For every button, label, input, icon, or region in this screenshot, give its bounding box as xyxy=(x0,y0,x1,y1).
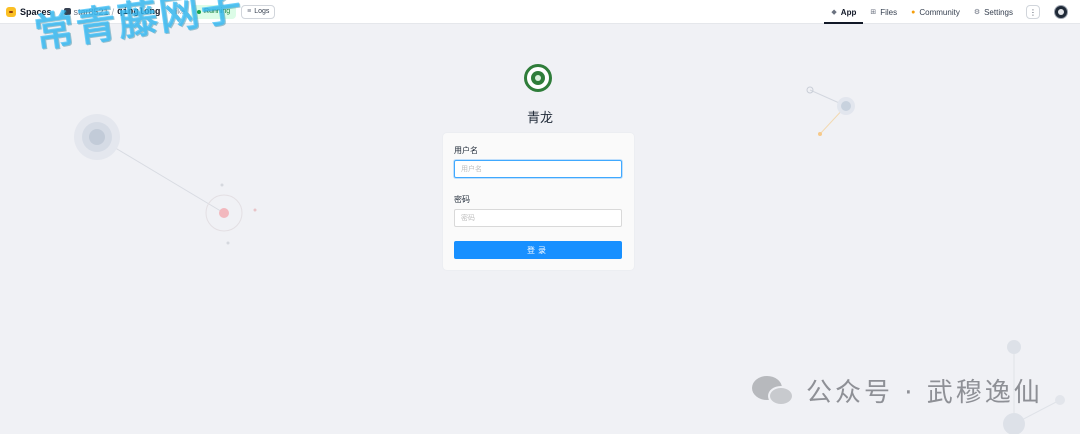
brand-label: Spaces xyxy=(20,6,52,17)
login-button[interactable]: 登录 xyxy=(454,241,622,259)
spaces-brand[interactable]: Spaces xyxy=(6,6,52,17)
status-label: Running xyxy=(204,8,231,15)
repo-link[interactable]: qinglong xyxy=(117,7,160,17)
community-icon: ● xyxy=(911,8,916,16)
space-tabs: ◆ App ⊞ Files ● Community ⚙ Settings ⋮ xyxy=(824,0,1080,24)
status-badge: Running xyxy=(191,4,237,19)
tab-community[interactable]: ● Community xyxy=(904,0,967,24)
tab-app[interactable]: ◆ App xyxy=(824,0,864,24)
huggingface-logo-icon xyxy=(6,6,16,17)
owner-link[interactable]: star8521 xyxy=(74,7,109,17)
app-title: 青龙 xyxy=(526,110,553,125)
password-label: 密码 xyxy=(454,195,470,204)
login-form: 用户名 用户名 密码 密码 登录 xyxy=(443,133,634,270)
owner-avatar-icon xyxy=(63,8,71,15)
wechat-watermark: 公众号 · 武穆逸仙 xyxy=(752,372,1043,409)
more-options-button[interactable]: ⋮ xyxy=(1026,5,1040,19)
logs-icon: ≡ xyxy=(247,8,252,15)
tab-community-label: Community xyxy=(919,7,960,17)
app-icon: ◆ xyxy=(831,9,837,16)
gear-icon: ⚙ xyxy=(973,9,981,16)
like-button[interactable]: ♡ like xyxy=(166,8,185,16)
breadcrumb-separator: / xyxy=(111,6,115,17)
username-label: 用户名 xyxy=(454,146,478,155)
top-navigation-bar: Spaces star8521 / qinglong ♡ like Runnin… xyxy=(0,0,1080,24)
files-icon: ⊞ xyxy=(870,9,877,16)
tab-settings[interactable]: ⚙ Settings xyxy=(967,0,1020,24)
password-input[interactable]: 密码 xyxy=(454,209,622,227)
wechat-account-text: 公众号 · 武穆逸仙 xyxy=(806,378,1043,408)
logs-label: Logs xyxy=(254,8,270,15)
logs-button[interactable]: ≡ Logs xyxy=(241,4,276,19)
running-dot-icon xyxy=(197,9,202,14)
tab-settings-label: Settings xyxy=(984,7,1013,17)
username-input[interactable]: 用户名 xyxy=(454,160,622,178)
wechat-icon xyxy=(752,374,796,408)
user-avatar[interactable] xyxy=(1054,5,1068,19)
tab-files-label: Files xyxy=(880,7,898,17)
tab-files[interactable]: ⊞ Files xyxy=(863,0,904,24)
qinglong-logo-icon xyxy=(524,64,552,92)
tab-app-label: App xyxy=(840,7,857,17)
breadcrumb: star8521 / qinglong ♡ like xyxy=(63,6,185,17)
